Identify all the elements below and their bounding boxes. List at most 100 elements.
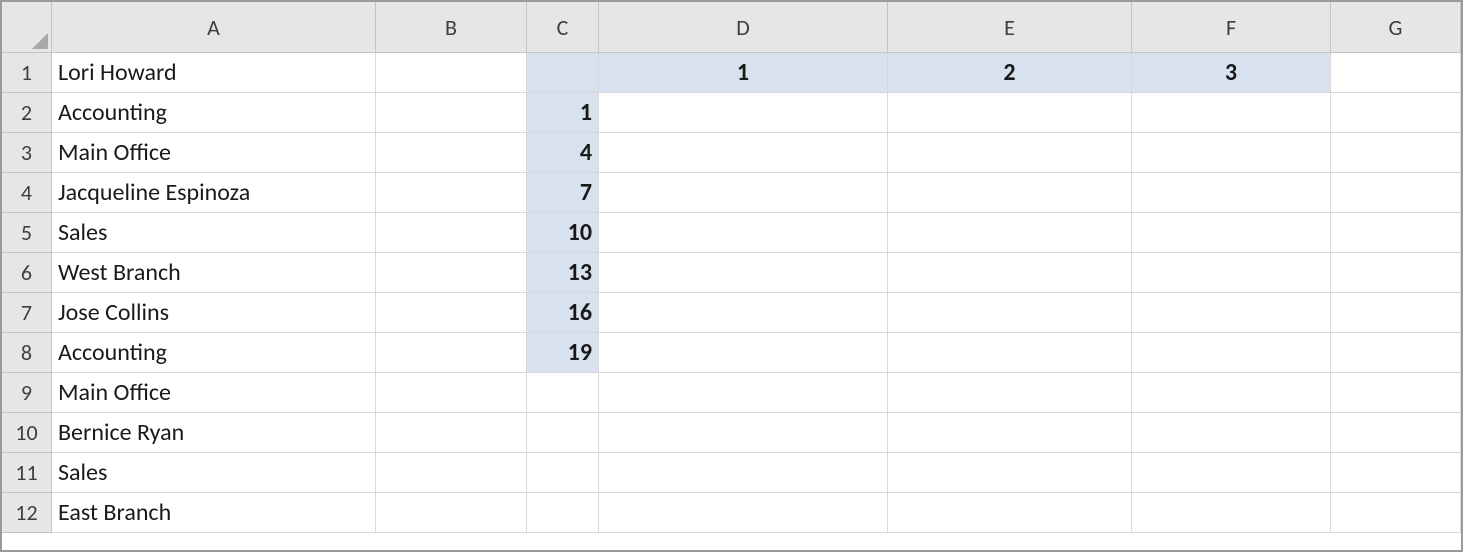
cell-C9[interactable] xyxy=(527,373,599,413)
cell-D9[interactable] xyxy=(599,373,888,413)
col-header-E[interactable]: E xyxy=(888,2,1132,53)
cell-A7[interactable]: Jose Collins xyxy=(52,293,376,333)
cell-D4[interactable] xyxy=(599,173,888,213)
row-header-11[interactable]: 11 xyxy=(2,453,52,493)
cell-A6[interactable]: West Branch xyxy=(52,253,376,293)
cell-F7[interactable] xyxy=(1132,293,1331,333)
cell-G3[interactable] xyxy=(1331,133,1461,173)
cell-B5[interactable] xyxy=(376,213,527,253)
cell-E11[interactable] xyxy=(888,453,1132,493)
row-header-1[interactable]: 1 xyxy=(2,53,52,93)
cell-D3[interactable] xyxy=(599,133,888,173)
cell-E4[interactable] xyxy=(888,173,1132,213)
row-header-10[interactable]: 10 xyxy=(2,413,52,453)
cell-A11[interactable]: Sales xyxy=(52,453,376,493)
select-all-corner[interactable] xyxy=(2,2,52,53)
cell-F2[interactable] xyxy=(1132,93,1331,133)
cell-G1[interactable] xyxy=(1331,53,1461,93)
cell-C8[interactable]: 19 xyxy=(527,333,599,373)
cell-F12[interactable] xyxy=(1132,493,1331,533)
cell-G9[interactable] xyxy=(1331,373,1461,413)
cell-C10[interactable] xyxy=(527,413,599,453)
cell-D6[interactable] xyxy=(599,253,888,293)
cell-C2[interactable]: 1 xyxy=(527,93,599,133)
cell-F3[interactable] xyxy=(1132,133,1331,173)
cell-E10[interactable] xyxy=(888,413,1132,453)
cell-B9[interactable] xyxy=(376,373,527,413)
cell-A9[interactable]: Main Office xyxy=(52,373,376,413)
cell-C4[interactable]: 7 xyxy=(527,173,599,213)
col-header-G[interactable]: G xyxy=(1331,2,1461,53)
cell-A12[interactable]: East Branch xyxy=(52,493,376,533)
cell-D8[interactable] xyxy=(599,333,888,373)
cell-E3[interactable] xyxy=(888,133,1132,173)
cell-C5[interactable]: 10 xyxy=(527,213,599,253)
cell-C7[interactable]: 16 xyxy=(527,293,599,333)
row-header-6[interactable]: 6 xyxy=(2,253,52,293)
cell-A5[interactable]: Sales xyxy=(52,213,376,253)
cell-A2[interactable]: Accounting xyxy=(52,93,376,133)
cell-G11[interactable] xyxy=(1331,453,1461,493)
cell-E1[interactable]: 2 xyxy=(888,53,1132,93)
cell-F5[interactable] xyxy=(1132,213,1331,253)
cell-E9[interactable] xyxy=(888,373,1132,413)
cell-A4[interactable]: Jacqueline Espinoza xyxy=(52,173,376,213)
cell-G5[interactable] xyxy=(1331,213,1461,253)
row-header-2[interactable]: 2 xyxy=(2,93,52,133)
cell-D2[interactable] xyxy=(599,93,888,133)
cell-G12[interactable] xyxy=(1331,493,1461,533)
cell-G7[interactable] xyxy=(1331,293,1461,333)
cell-B3[interactable] xyxy=(376,133,527,173)
cell-B7[interactable] xyxy=(376,293,527,333)
row-header-12[interactable]: 12 xyxy=(2,493,52,533)
cell-E6[interactable] xyxy=(888,253,1132,293)
row-header-7[interactable]: 7 xyxy=(2,293,52,333)
cell-A8[interactable]: Accounting xyxy=(52,333,376,373)
cell-F8[interactable] xyxy=(1132,333,1331,373)
cell-F4[interactable] xyxy=(1132,173,1331,213)
row-header-8[interactable]: 8 xyxy=(2,333,52,373)
cell-D5[interactable] xyxy=(599,213,888,253)
cell-F10[interactable] xyxy=(1132,413,1331,453)
cell-G4[interactable] xyxy=(1331,173,1461,213)
col-header-C[interactable]: C xyxy=(527,2,599,53)
cell-B8[interactable] xyxy=(376,333,527,373)
cell-F1[interactable]: 3 xyxy=(1132,53,1331,93)
cell-C11[interactable] xyxy=(527,453,599,493)
cell-D1[interactable]: 1 xyxy=(599,53,888,93)
cell-B1[interactable] xyxy=(376,53,527,93)
cell-D7[interactable] xyxy=(599,293,888,333)
col-header-B[interactable]: B xyxy=(376,2,527,53)
cell-E5[interactable] xyxy=(888,213,1132,253)
cell-A3[interactable]: Main Office xyxy=(52,133,376,173)
cell-G8[interactable] xyxy=(1331,333,1461,373)
cell-E7[interactable] xyxy=(888,293,1132,333)
row-header-4[interactable]: 4 xyxy=(2,173,52,213)
col-header-A[interactable]: A xyxy=(52,2,376,53)
cell-D11[interactable] xyxy=(599,453,888,493)
col-header-D[interactable]: D xyxy=(599,2,888,53)
cell-G6[interactable] xyxy=(1331,253,1461,293)
cell-C6[interactable]: 13 xyxy=(527,253,599,293)
cell-D12[interactable] xyxy=(599,493,888,533)
cell-E2[interactable] xyxy=(888,93,1132,133)
cell-D10[interactable] xyxy=(599,413,888,453)
cell-E8[interactable] xyxy=(888,333,1132,373)
cell-B4[interactable] xyxy=(376,173,527,213)
cell-C1[interactable] xyxy=(527,53,599,93)
cell-B12[interactable] xyxy=(376,493,527,533)
cell-B6[interactable] xyxy=(376,253,527,293)
cell-A10[interactable]: Bernice Ryan xyxy=(52,413,376,453)
row-header-5[interactable]: 5 xyxy=(2,213,52,253)
row-header-9[interactable]: 9 xyxy=(2,373,52,413)
cell-E12[interactable] xyxy=(888,493,1132,533)
cell-G2[interactable] xyxy=(1331,93,1461,133)
cell-B2[interactable] xyxy=(376,93,527,133)
cell-F9[interactable] xyxy=(1132,373,1331,413)
col-header-F[interactable]: F xyxy=(1132,2,1331,53)
cell-F6[interactable] xyxy=(1132,253,1331,293)
cell-B10[interactable] xyxy=(376,413,527,453)
cell-B11[interactable] xyxy=(376,453,527,493)
cell-C3[interactable]: 4 xyxy=(527,133,599,173)
row-header-3[interactable]: 3 xyxy=(2,133,52,173)
